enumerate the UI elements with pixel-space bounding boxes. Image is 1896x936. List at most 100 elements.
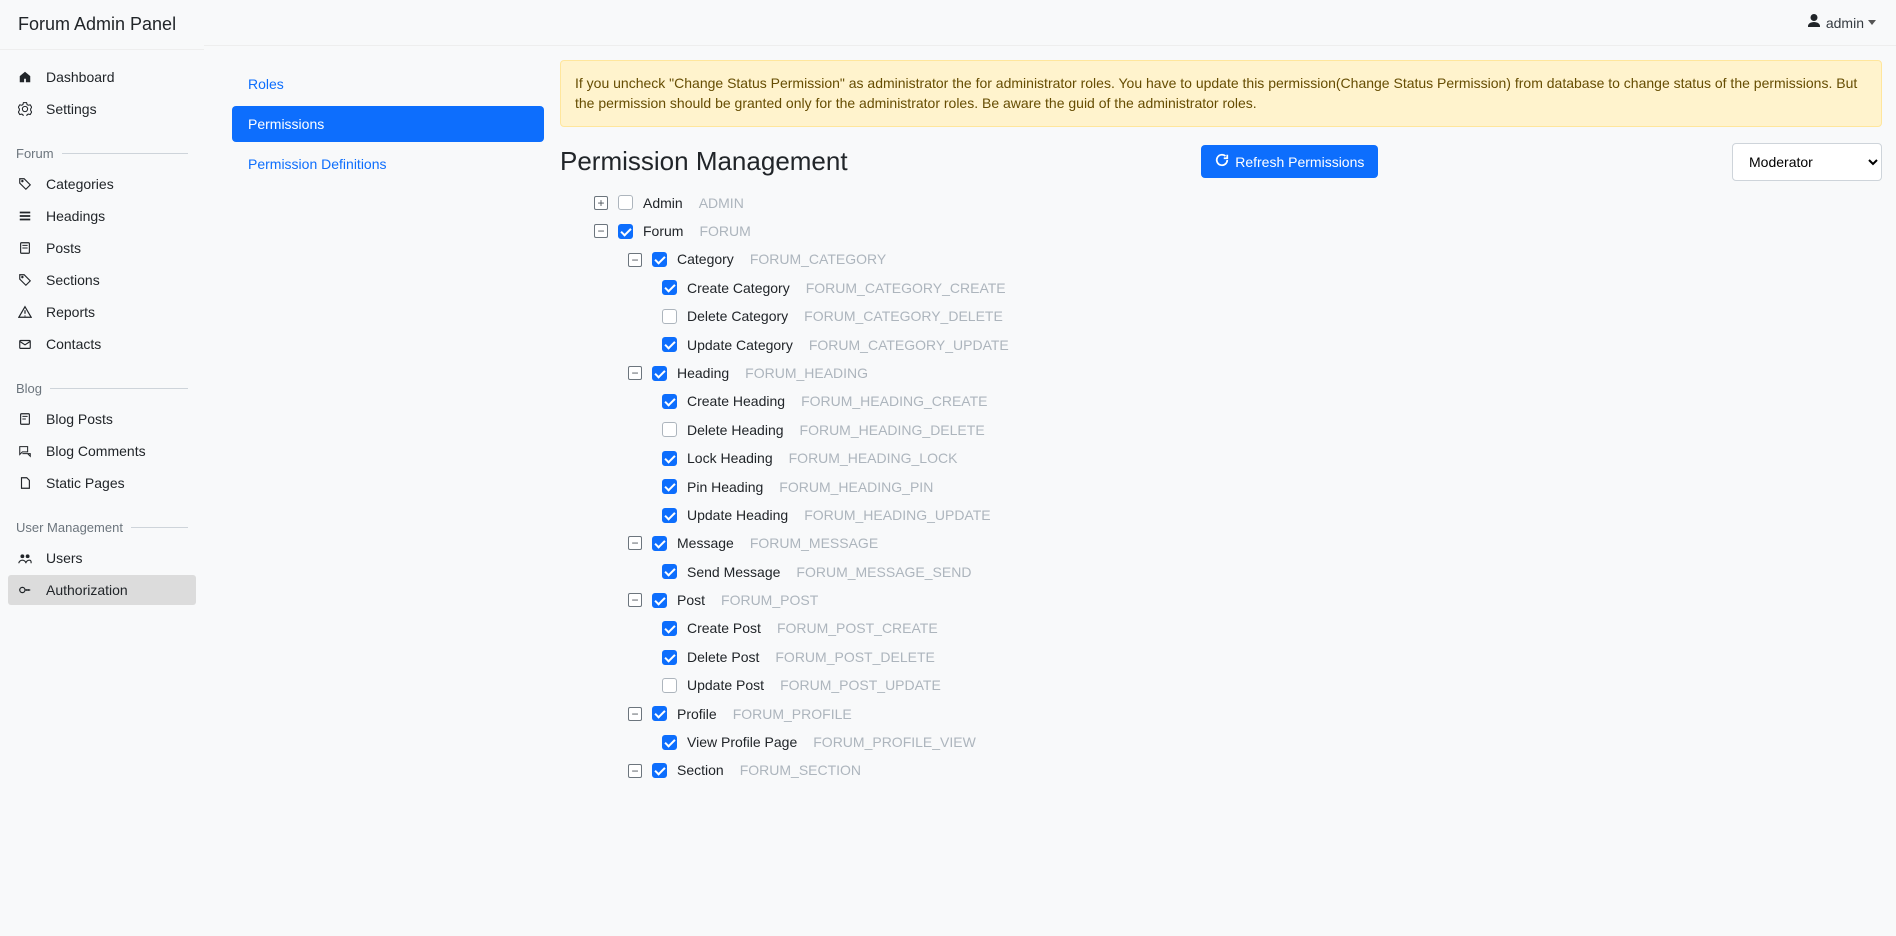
permission-checkbox[interactable] [662, 337, 677, 352]
permission-row: Update Heading FORUM_HEADING_UPDATE [594, 501, 1882, 529]
nav-item-label: Posts [46, 240, 81, 256]
permission-panel: If you uncheck "Change Status Permission… [560, 60, 1882, 785]
permission-checkbox[interactable] [652, 593, 667, 608]
permission-checkbox[interactable] [652, 366, 667, 381]
permission-row: −CategoryFORUM_CATEGORY [594, 245, 1882, 273]
brand-title: Forum Admin Panel [0, 0, 204, 50]
tree-expander[interactable]: + [594, 196, 608, 210]
permission-checkbox[interactable] [662, 451, 677, 466]
user-menu-button[interactable]: admin [1806, 13, 1876, 32]
permission-checkbox[interactable] [662, 422, 677, 437]
permission-checkbox[interactable] [652, 763, 667, 778]
nav-item-label: Settings [46, 101, 97, 117]
permission-checkbox[interactable] [618, 224, 633, 239]
subnav: Roles Permissions Permission Definitions [232, 60, 560, 785]
lines-icon [18, 209, 36, 223]
nav-item-label: Categories [46, 176, 114, 192]
nav-item-label: Contacts [46, 336, 101, 352]
nav-item-label: Headings [46, 208, 105, 224]
permission-label: Message [677, 532, 734, 554]
users-icon [18, 551, 36, 565]
permission-checkbox[interactable] [662, 621, 677, 636]
nav-item-dashboard[interactable]: Dashboard [8, 62, 196, 92]
permission-checkbox[interactable] [662, 280, 677, 295]
subnav-item-roles[interactable]: Roles [232, 66, 544, 102]
page-title: Permission Management [560, 146, 848, 177]
permission-checkbox[interactable] [662, 650, 677, 665]
nav-item-label: Reports [46, 304, 95, 320]
permission-code: FORUM_CATEGORY_UPDATE [809, 334, 1009, 356]
permission-row: Delete CategoryFORUM_CATEGORY_DELETE [594, 302, 1882, 330]
permission-code: FORUM_HEADING_LOCK [789, 447, 958, 469]
nav-item-settings[interactable]: Settings [8, 94, 196, 124]
permission-row: Update PostFORUM_POST_UPDATE [594, 671, 1882, 699]
user-icon [1806, 13, 1826, 32]
refresh-label: Refresh Permissions [1235, 154, 1364, 170]
permission-checkbox[interactable] [652, 252, 667, 267]
permission-row: Create CategoryFORUM_CATEGORY_CREATE [594, 274, 1882, 302]
nav-item-authorization[interactable]: Authorization [8, 575, 196, 605]
permission-code: FORUM_PROFILE_VIEW [813, 731, 976, 753]
subnav-item-permission-definitions[interactable]: Permission Definitions [232, 146, 544, 182]
permission-row: Lock HeadingFORUM_HEADING_LOCK [594, 444, 1882, 472]
topbar: admin [204, 0, 1896, 46]
permission-row: Update CategoryFORUM_CATEGORY_UPDATE [594, 331, 1882, 359]
permission-code: ADMIN [699, 192, 744, 214]
permission-row: − Post FORUM_POST [594, 586, 1882, 614]
key-icon [18, 583, 36, 597]
permission-checkbox[interactable] [662, 508, 677, 523]
refresh-icon [1215, 153, 1235, 170]
sidebar: Forum Admin Panel Dashboard Settings Foru… [0, 0, 204, 936]
permission-label: Create Heading [687, 390, 785, 412]
nav-item-static-pages[interactable]: Static Pages [8, 468, 196, 498]
permission-checkbox[interactable] [662, 564, 677, 579]
nav-item-headings[interactable]: Headings [8, 201, 196, 231]
tag-icon [18, 177, 36, 191]
role-select[interactable]: Moderator [1732, 143, 1882, 181]
permission-label: Create Post [687, 617, 761, 639]
nav-group-title: Blog [8, 375, 196, 402]
tree-expander[interactable]: − [628, 253, 642, 267]
permission-label: Admin [643, 192, 683, 214]
tree-expander[interactable]: − [628, 536, 642, 550]
permission-label: Heading [677, 362, 729, 384]
permission-checkbox[interactable] [662, 479, 677, 494]
permission-checkbox[interactable] [662, 394, 677, 409]
nav-group-title: Forum [8, 140, 196, 167]
permission-checkbox[interactable] [662, 735, 677, 750]
permission-code: FORUM_HEADING_DELETE [800, 419, 985, 441]
permission-checkbox[interactable] [662, 678, 677, 693]
permission-code: FORUM [699, 220, 750, 242]
tree-expander[interactable]: − [628, 707, 642, 721]
subnav-item-permissions[interactable]: Permissions [232, 106, 544, 142]
permission-code: FORUM_MESSAGE [750, 532, 878, 554]
nav-item-label: Blog Posts [46, 411, 113, 427]
tree-expander[interactable]: − [594, 224, 608, 238]
nav-item-categories[interactable]: Categories [8, 169, 196, 199]
permission-checkbox[interactable] [662, 309, 677, 324]
nav-item-sections[interactable]: Sections [8, 265, 196, 295]
nav-item-posts[interactable]: Posts [8, 233, 196, 263]
nav-item-blog-comments[interactable]: Blog Comments [8, 436, 196, 466]
nav-item-users[interactable]: Users [8, 543, 196, 573]
permission-checkbox[interactable] [618, 195, 633, 210]
nav-item-contacts[interactable]: Contacts [8, 329, 196, 359]
tree-expander[interactable]: − [628, 764, 642, 778]
permission-code: FORUM_POST_CREATE [777, 617, 938, 639]
permission-label: Forum [643, 220, 683, 242]
permission-label: Post [677, 589, 705, 611]
permission-code: FORUM_HEADING_UPDATE [804, 504, 990, 526]
tree-expander[interactable]: − [628, 593, 642, 607]
permission-checkbox[interactable] [652, 536, 667, 551]
home-icon [18, 70, 36, 84]
permission-label: Update Heading [687, 504, 788, 526]
permission-code: FORUM_HEADING_CREATE [801, 390, 987, 412]
warning-alert: If you uncheck "Change Status Permission… [560, 60, 1882, 127]
tag-icon [18, 273, 36, 287]
permission-code: FORUM_POST [721, 589, 818, 611]
permission-checkbox[interactable] [652, 706, 667, 721]
nav-item-blog-posts[interactable]: Blog Posts [8, 404, 196, 434]
nav-item-reports[interactable]: Reports [8, 297, 196, 327]
refresh-permissions-button[interactable]: Refresh Permissions [1201, 145, 1378, 178]
tree-expander[interactable]: − [628, 366, 642, 380]
